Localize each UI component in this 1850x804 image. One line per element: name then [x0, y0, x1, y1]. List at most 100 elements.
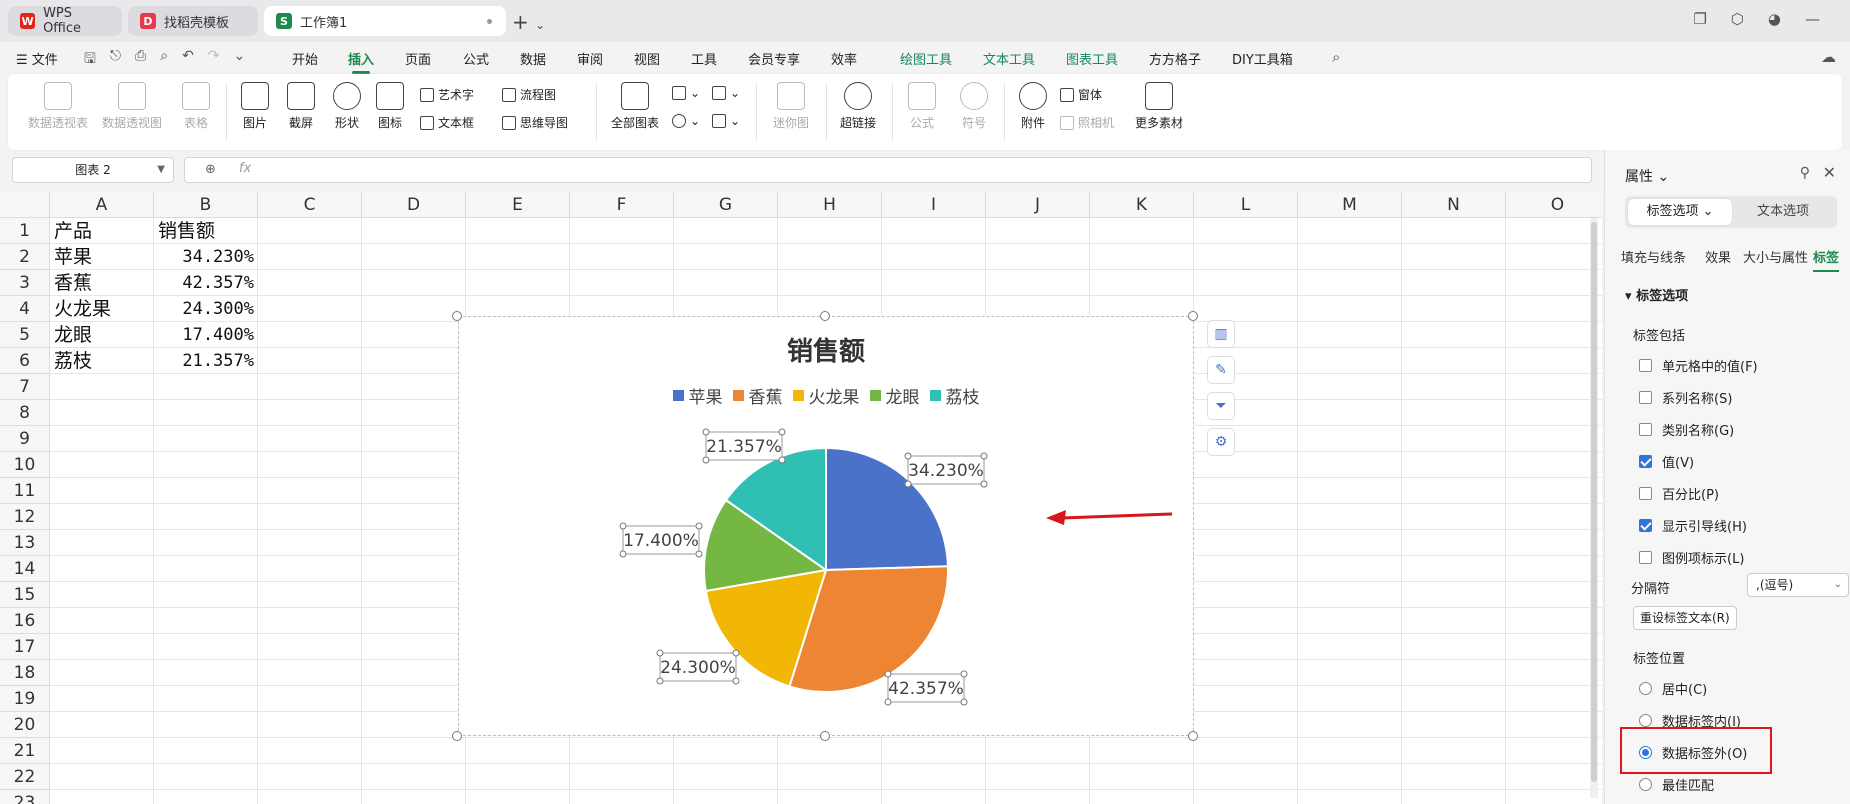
column-header-j[interactable]: J — [986, 192, 1090, 218]
name-box[interactable]: 图表 2 ▼ — [12, 157, 174, 183]
data-label-handle[interactable] — [884, 670, 892, 678]
checkbox-icon[interactable] — [1639, 391, 1652, 404]
tab-label-options[interactable]: 标签选项 ⌄ — [1628, 199, 1732, 225]
table-button[interactable]: 表格 — [174, 82, 218, 131]
row-header-9[interactable]: 9 — [0, 426, 50, 452]
checkbox-icon[interactable] — [1639, 359, 1652, 372]
picture-button[interactable]: 图片 — [234, 82, 276, 131]
row-header-17[interactable]: 17 — [0, 634, 50, 660]
resize-handle-bottom-right[interactable] — [1188, 731, 1198, 741]
zoom-icon[interactable]: ⊕ — [205, 162, 216, 177]
menu-diy-toolbox[interactable]: DIY工具箱 — [1232, 49, 1293, 68]
scrollbar-thumb[interactable] — [1591, 222, 1597, 782]
row-header-8[interactable]: 8 — [0, 400, 50, 426]
data-label-handle[interactable] — [702, 456, 710, 464]
checkbox-checked-icon[interactable] — [1639, 519, 1652, 532]
pivot-chart-button[interactable]: 数据透视图 — [100, 82, 164, 131]
chart-filter-icon[interactable]: ⏷ — [1207, 392, 1235, 420]
more-materials-button[interactable]: 更多素材 — [1128, 82, 1190, 131]
mindmap-button[interactable]: 思维导图 — [502, 114, 568, 131]
subtab-size-properties[interactable]: 大小与属性 — [1743, 247, 1808, 266]
row-header-16[interactable]: 16 — [0, 608, 50, 634]
checkbox-series-name[interactable]: 系列名称(S) — [1639, 388, 1732, 407]
row-header-20[interactable]: 20 — [0, 712, 50, 738]
column-header-n[interactable]: N — [1402, 192, 1506, 218]
data-label[interactable]: 24.300% — [656, 649, 740, 685]
column-header-h[interactable]: H — [778, 192, 882, 218]
subtab-labels[interactable]: 标签 — [1813, 247, 1840, 272]
icon-button[interactable]: 图标 — [372, 82, 408, 131]
all-charts-button[interactable]: 全部图表 — [606, 82, 664, 131]
data-label-handle[interactable] — [619, 522, 627, 530]
redo-icon[interactable]: ↷ — [208, 48, 220, 72]
shape-button[interactable]: 形状 — [326, 82, 368, 131]
checkbox-icon[interactable] — [1639, 487, 1652, 500]
menu-text-tools[interactable]: 文本工具 — [983, 49, 1035, 68]
row-header-12[interactable]: 12 — [0, 504, 50, 530]
search-icon[interactable]: ⌕ — [1332, 48, 1340, 66]
menu-chart-tools[interactable]: 图表工具 — [1066, 49, 1118, 68]
cell-b6[interactable]: 21.357% — [154, 348, 254, 374]
menu-formula[interactable]: 公式 — [463, 49, 489, 68]
data-label-handle[interactable] — [702, 428, 710, 436]
fx-icon[interactable]: fx — [239, 161, 251, 176]
subtab-fill-line[interactable]: 填充与线条 — [1621, 247, 1686, 266]
cell-a2[interactable]: 苹果 — [54, 244, 152, 270]
line-chart-button[interactable]: ⌄ — [712, 86, 740, 100]
menu-efficiency[interactable]: 效率 — [831, 49, 857, 68]
cell-a1[interactable]: 产品 — [54, 218, 152, 244]
print-icon[interactable]: ⎙ — [135, 48, 146, 72]
close-icon[interactable]: ✕ — [1823, 163, 1836, 182]
row-header-6[interactable]: 6 — [0, 348, 50, 374]
data-label-handle[interactable] — [619, 550, 627, 558]
tab-wps-office[interactable]: W WPS Office — [8, 6, 122, 36]
radio-best-fit[interactable]: 最佳匹配 — [1639, 775, 1714, 794]
checkbox-legend-key[interactable]: 图例项标示(L) — [1639, 548, 1744, 567]
data-label-handle[interactable] — [732, 649, 740, 657]
section-label-options[interactable]: ▾ 标签选项 — [1625, 285, 1688, 304]
chevron-down-icon[interactable]: ⌄ — [1834, 574, 1842, 596]
sparkline-button[interactable]: 迷你图 — [764, 82, 818, 131]
radio-icon[interactable] — [1639, 778, 1652, 791]
resize-handle-top-left[interactable] — [452, 311, 462, 321]
row-header-3[interactable]: 3 — [0, 270, 50, 296]
resize-handle-bottom[interactable] — [820, 731, 830, 741]
row-header-23[interactable]: 23 — [0, 790, 50, 804]
camera-button[interactable]: 照相机 — [1060, 114, 1114, 131]
checkbox-checked-icon[interactable] — [1639, 455, 1652, 468]
data-label-handle[interactable] — [656, 677, 664, 685]
column-header-d[interactable]: D — [362, 192, 466, 218]
pie-chart-button[interactable]: ⌄ — [672, 114, 700, 128]
row-header-10[interactable]: 10 — [0, 452, 50, 478]
column-header-o[interactable]: O — [1506, 192, 1602, 218]
tab-template[interactable]: D 找稻壳模板 — [128, 6, 258, 36]
data-label-handle[interactable] — [695, 550, 703, 558]
separator-select[interactable]: ,(逗号) ⌄ — [1747, 573, 1849, 597]
wordart-button[interactable]: 艺术字 — [420, 86, 474, 103]
chart-elements-icon[interactable]: ▥ — [1207, 320, 1235, 348]
cell-b3[interactable]: 42.357% — [154, 270, 254, 296]
pivot-table-button[interactable]: 数据透视表 — [26, 82, 90, 131]
menu-insert[interactable]: 插入 — [348, 49, 374, 74]
data-label-handle[interactable] — [960, 670, 968, 678]
data-label[interactable]: 34.230% — [904, 452, 988, 488]
radio-icon[interactable] — [1639, 714, 1652, 727]
cell-a4[interactable]: 火龙果 — [54, 296, 152, 322]
column-header-a[interactable]: A — [50, 192, 154, 218]
menu-member[interactable]: 会员专享 — [748, 49, 800, 68]
cell-b2[interactable]: 34.230% — [154, 244, 254, 270]
cloud-icon[interactable]: ☁ — [1821, 48, 1836, 66]
column-header-i[interactable]: I — [882, 192, 986, 218]
flowchart-button[interactable]: 流程图 — [502, 86, 556, 103]
data-label[interactable]: 17.400% — [619, 522, 703, 558]
row-header-22[interactable]: 22 — [0, 764, 50, 790]
checkbox-cell-value[interactable]: 单元格中的值(F) — [1639, 356, 1758, 375]
cell-a6[interactable]: 荔枝 — [54, 348, 152, 374]
checkbox-icon[interactable] — [1639, 423, 1652, 436]
row-header-14[interactable]: 14 — [0, 556, 50, 582]
row-header-19[interactable]: 19 — [0, 686, 50, 712]
menu-drawing-tools[interactable]: 绘图工具 — [900, 49, 952, 68]
radio-center[interactable]: 居中(C) — [1639, 679, 1707, 698]
new-tab-plus-icon[interactable]: + ⌄ — [512, 10, 545, 34]
more-chevron-icon[interactable]: ⌄ — [234, 48, 246, 72]
